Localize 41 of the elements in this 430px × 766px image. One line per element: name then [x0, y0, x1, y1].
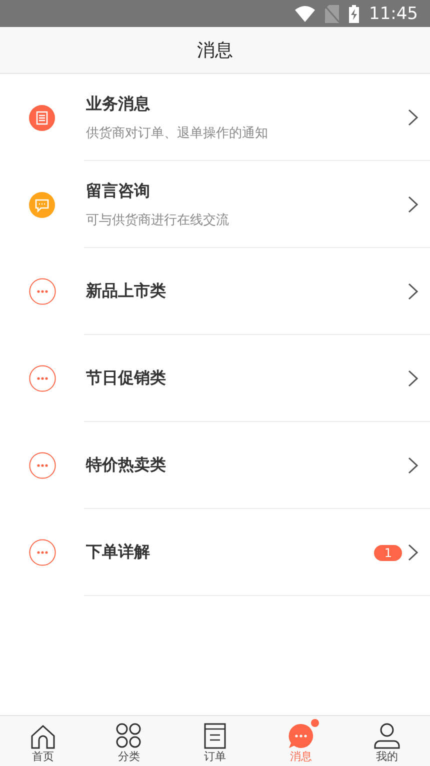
more-icon: [28, 539, 56, 566]
message-subtitle: 可与供货商进行在线交流: [86, 212, 229, 228]
message-row[interactable]: 业务消息 供货商对订单、退单操作的通知: [0, 74, 430, 161]
message-row[interactable]: 特价热卖类: [0, 422, 430, 509]
status-time: 11:45: [369, 4, 418, 24]
chevron-right-icon: [408, 283, 418, 300]
tab-item[interactable]: 我的: [344, 716, 430, 766]
message-title: 业务消息: [86, 94, 150, 114]
unread-count: 1: [374, 544, 402, 560]
document-icon: [204, 723, 226, 749]
message-title: 留言咨询: [86, 180, 150, 202]
no-sim-icon: [325, 4, 339, 22]
chevron-right-icon: [408, 544, 418, 561]
chevron-right-icon: [408, 370, 418, 387]
chat-icon: [29, 192, 55, 218]
more-icon: [28, 365, 56, 392]
message-subtitle: 供货商对订单、退单操作的通知: [86, 124, 268, 142]
wifi-icon: [295, 6, 315, 22]
message-title: 特价热卖类: [86, 455, 166, 476]
page-title: 消息: [197, 39, 233, 62]
chevron-right-icon: [408, 196, 418, 213]
message-row[interactable]: 留言咨询 可与供货商进行在线交流: [0, 161, 430, 248]
chat-icon: [288, 723, 314, 749]
message-title: 节日促销类: [86, 368, 166, 389]
message-row[interactable]: 新品上市类: [0, 248, 430, 335]
tab-item[interactable]: 订单: [172, 716, 258, 766]
tab-item[interactable]: 分类: [86, 716, 172, 766]
document-icon: [29, 104, 55, 130]
message-title: 下单详解: [86, 542, 150, 563]
more-icon: [28, 278, 56, 305]
more-icon: [28, 452, 56, 479]
chevron-right-icon: [408, 457, 418, 474]
grid-icon: [116, 723, 142, 749]
tab-item[interactable]: 首页: [0, 716, 86, 766]
battery-charging-icon: [349, 4, 359, 22]
user-icon: [374, 723, 400, 749]
message-row[interactable]: 下单详解 1: [0, 509, 430, 596]
home-icon: [30, 725, 56, 749]
chevron-right-icon: [408, 109, 418, 126]
message-title: 新品上市类: [86, 281, 166, 302]
message-row[interactable]: 节日促销类: [0, 335, 430, 422]
